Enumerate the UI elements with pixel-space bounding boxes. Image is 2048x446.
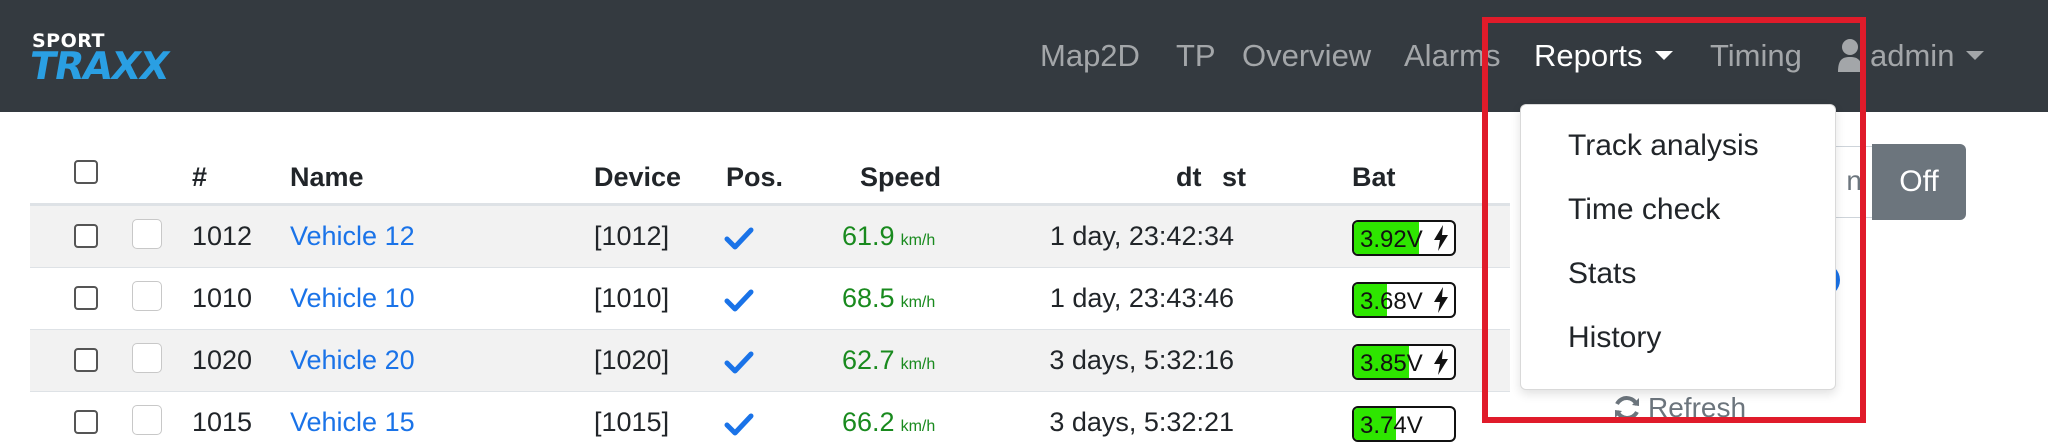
lightning-icon (1434, 225, 1448, 251)
cell-device: [1010] (594, 283, 670, 313)
speed-unit: km/h (900, 418, 936, 435)
col-device[interactable]: Device (594, 162, 681, 193)
cell-pos (724, 226, 754, 259)
highlight-box (1482, 17, 1866, 423)
check-icon (724, 227, 754, 250)
cell-speed: 61.9 km/h (842, 221, 935, 252)
check-icon (724, 413, 754, 436)
battery-voltage: 3.68V (1360, 288, 1423, 315)
sporttraxx-logo[interactable]: SPORT TRAXX (26, 30, 215, 88)
user-name: admin (1870, 38, 1955, 73)
col-bat[interactable]: Bat (1352, 162, 1396, 193)
cell-vehicle-link[interactable]: Vehicle 20 (290, 345, 415, 376)
cell-vehicle-link[interactable]: Vehicle 15 (290, 407, 415, 438)
battery-voltage: 3.74V (1360, 412, 1423, 439)
row-secondary-checkbox[interactable] (132, 219, 162, 249)
cell-dt: 1 day, 23:42:34 (1049, 221, 1234, 251)
battery-voltage: 3.85V (1360, 350, 1423, 377)
battery-indicator: 3.68V (1352, 282, 1456, 318)
nav-tp[interactable]: TP (1176, 38, 1216, 74)
cell-pos (724, 412, 754, 445)
nav-overview[interactable]: Overview (1242, 38, 1371, 74)
col-name[interactable]: Name (290, 162, 364, 193)
lightning-icon (1434, 349, 1448, 375)
table-header: # Name Device Pos. Speed dt st Bat (30, 144, 1510, 206)
row-secondary-checkbox[interactable] (132, 343, 162, 373)
chevron-down-icon (1966, 51, 1985, 61)
cell-vehicle-link[interactable]: Vehicle 12 (290, 221, 415, 252)
row-select-checkbox[interactable] (74, 348, 98, 372)
row-secondary-checkbox[interactable] (132, 281, 162, 311)
table-row[interactable]: 1015 Vehicle 15 [1015] 66.2 km/h 3 days, 5:32… (30, 392, 1510, 446)
battery-indicator: 3.85V (1352, 344, 1456, 380)
battery-indicator: 3.74V (1352, 406, 1456, 442)
row-select-checkbox[interactable] (74, 224, 98, 248)
col-pos[interactable]: Pos. (726, 162, 783, 193)
row-secondary-checkbox[interactable] (132, 405, 162, 435)
row-select-checkbox[interactable] (74, 410, 98, 434)
speed-unit: km/h (900, 232, 936, 249)
speed-unit: km/h (900, 356, 936, 373)
cell-device: [1020] (594, 345, 670, 375)
cell-dt: 3 days, 5:32:16 (1049, 345, 1234, 375)
nav-map2d[interactable]: Map2D (1040, 38, 1140, 74)
col-dt[interactable]: dt (1176, 162, 1201, 193)
battery-voltage: 3.92V (1360, 226, 1423, 253)
cell-number: 1020 (192, 345, 253, 375)
speed-value: 62.7 (842, 345, 895, 375)
col-number[interactable]: # (192, 162, 207, 193)
cell-dt: 1 day, 23:43:46 (1049, 283, 1234, 313)
lightning-icon (1434, 287, 1448, 313)
cell-speed: 68.5 km/h (842, 283, 935, 314)
cell-number: 1015 (192, 407, 253, 437)
speed-value: 66.2 (842, 407, 895, 437)
cell-number: 1010 (192, 283, 253, 313)
row-select-checkbox[interactable] (74, 286, 98, 310)
speed-value: 61.9 (842, 221, 895, 251)
table-row[interactable]: 1010 Vehicle 10 [1010] 68.5 km/h 1 day, 23:43… (30, 268, 1510, 330)
speed-value: 68.5 (842, 283, 895, 313)
select-all-checkbox[interactable] (74, 160, 98, 184)
off-toggle-button[interactable]: Off (1872, 144, 1966, 220)
col-speed[interactable]: Speed (860, 162, 941, 193)
logo-big-text: TRAXX (26, 44, 173, 88)
cell-vehicle-link[interactable]: Vehicle 10 (290, 283, 415, 314)
speed-unit: km/h (900, 294, 936, 311)
col-st[interactable]: st (1222, 162, 1246, 193)
cell-number: 1012 (192, 221, 253, 251)
cell-speed: 66.2 km/h (842, 407, 935, 438)
cell-device: [1015] (594, 407, 670, 437)
battery-indicator: 3.92V (1352, 220, 1456, 256)
cell-device: [1012] (594, 221, 670, 251)
table-row[interactable]: 1020 Vehicle 20 [1020] 62.7 km/h 3 days, 5:32… (30, 330, 1510, 392)
check-icon (724, 289, 754, 312)
cell-pos (724, 350, 754, 383)
cell-speed: 62.7 km/h (842, 345, 935, 376)
cell-pos (724, 288, 754, 321)
cell-dt: 3 days, 5:32:21 (1049, 407, 1234, 437)
check-icon (724, 351, 754, 374)
table-row[interactable]: 1012 Vehicle 12 [1012] 61.9 km/h 1 day, 23:42… (30, 206, 1510, 268)
